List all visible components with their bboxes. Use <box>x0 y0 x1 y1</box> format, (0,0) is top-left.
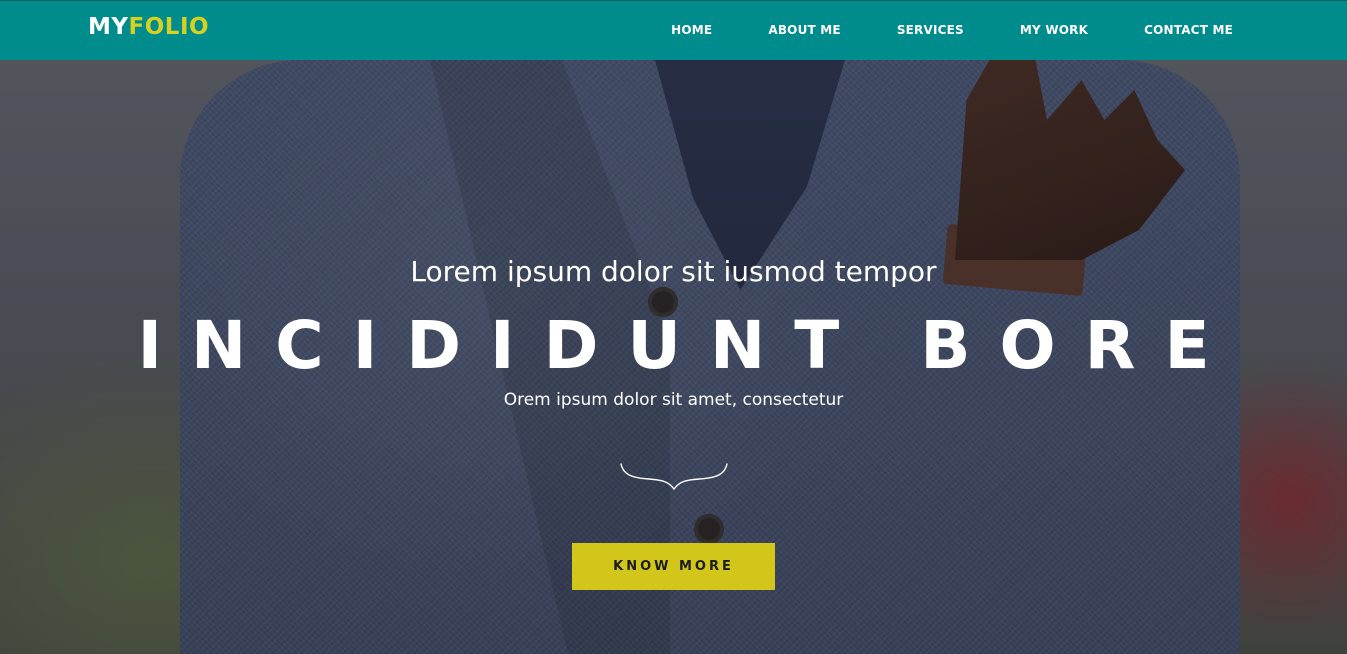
nav-item-my-work[interactable]: MY WORK <box>1020 23 1088 37</box>
nav-item-about-me[interactable]: ABOUT ME <box>768 23 840 37</box>
logo-part-my: MY <box>88 14 129 40</box>
know-more-button[interactable]: KNOW MORE <box>572 543 775 590</box>
navbar: MYFOLIO HOME ABOUT ME SERVICES MY WORK C… <box>0 0 1347 60</box>
curly-brace-divider-icon <box>620 463 728 491</box>
page: MYFOLIO HOME ABOUT ME SERVICES MY WORK C… <box>0 0 1347 654</box>
nav-item-home[interactable]: HOME <box>671 23 712 37</box>
logo-part-folio: FOLIO <box>128 14 210 40</box>
nav-item-services[interactable]: SERVICES <box>897 23 964 37</box>
hero-tagline: Orem ipsum dolor sit amet, consectetur <box>503 390 844 410</box>
logo[interactable]: MYFOLIO <box>88 14 209 40</box>
nav-item-contact-me[interactable]: CONTACT ME <box>1144 23 1233 37</box>
main-nav: HOME ABOUT ME SERVICES MY WORK CONTACT M… <box>671 1 1233 59</box>
hero-title: INCIDIDUNT BORE <box>137 307 1239 384</box>
hero-subtitle: Lorem ipsum dolor sit iusmod tempor <box>410 255 937 288</box>
hero-section: Lorem ipsum dolor sit iusmod tempor INCI… <box>0 0 1347 654</box>
